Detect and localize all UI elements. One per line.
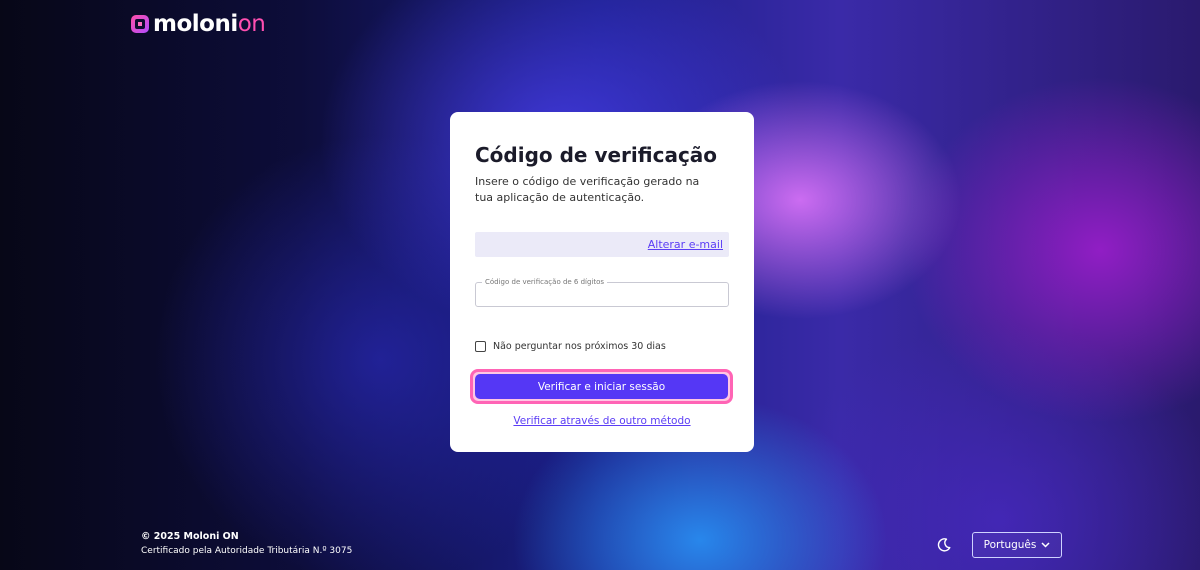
verification-code-field[interactable]: Código de verificação de 6 dígitos	[475, 277, 729, 307]
page-subtitle: Insere o código de verificação gerado na…	[475, 175, 700, 204]
alt-method-link[interactable]: Verificar através de outro método	[513, 415, 690, 427]
alt-method-row: Verificar através de outro método	[475, 409, 729, 428]
email-row: Alterar e-mail	[475, 232, 729, 257]
remember-checkbox-label[interactable]: Não perguntar nos próximos 30 dias	[493, 341, 666, 352]
moloni-logo[interactable]: molonion	[131, 10, 266, 38]
page-title: Código de verificação	[475, 143, 718, 167]
chevron-down-icon	[1041, 542, 1050, 548]
verify-submit-button[interactable]: Verificar e iniciar sessão	[475, 374, 728, 399]
submit-button-focus-ring: Verificar e iniciar sessão	[470, 369, 733, 404]
logo-text-main: moloni	[153, 11, 238, 37]
moon-icon	[937, 538, 951, 552]
logo-text-accent: on	[237, 11, 266, 37]
language-selected-label: Português	[983, 539, 1037, 551]
remember-checkbox[interactable]	[475, 341, 486, 352]
remember-row[interactable]: Não perguntar nos próximos 30 dias	[475, 341, 729, 352]
change-email-link[interactable]: Alterar e-mail	[648, 238, 723, 251]
verification-code-label: Código de verificação de 6 dígitos	[482, 277, 608, 287]
verification-card: Código de verificação Insere o código de…	[450, 112, 754, 452]
theme-toggle-button[interactable]	[936, 537, 952, 553]
footer-copyright: © 2025 Moloni ON	[141, 531, 239, 542]
logo-text: molonion	[153, 10, 266, 38]
footer-info: © 2025 Moloni ON Certificado pela Autori…	[141, 530, 352, 559]
footer-certification: Certificado pela Autoridade Tributária N…	[141, 546, 353, 556]
language-select[interactable]: Português	[972, 532, 1062, 558]
moloni-logo-icon	[131, 15, 149, 33]
